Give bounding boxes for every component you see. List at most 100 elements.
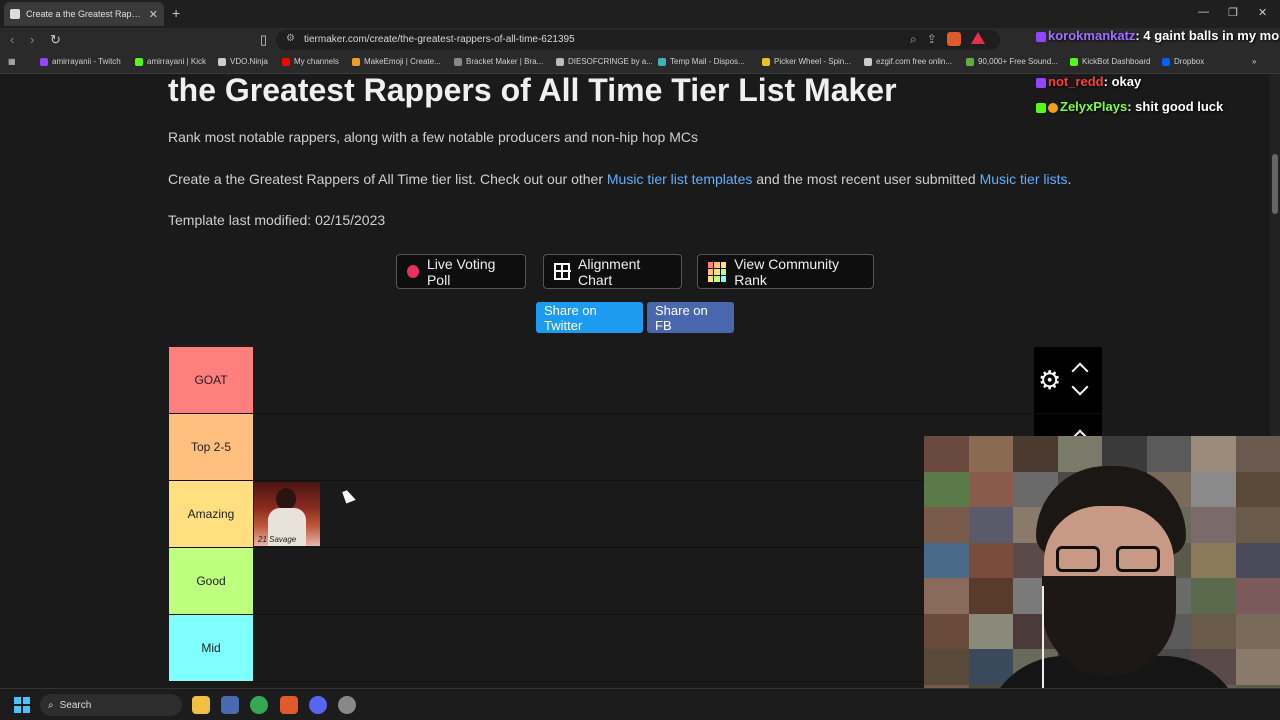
window-close-icon[interactable]: ✕ [1258, 6, 1267, 19]
site-info-icon[interactable]: ⚙ [286, 33, 295, 44]
bookmark-item[interactable]: 90,000+ Free Sound... [966, 57, 1058, 66]
bookmark-item[interactable]: ezgif.com free onlin... [864, 57, 952, 66]
tier-item-card[interactable]: 21 Savage [254, 482, 320, 546]
tab-bar: Create a the Greatest Rappers of All Tim… [0, 0, 1280, 28]
tier-dropzone[interactable] [253, 347, 1102, 413]
tier-label[interactable]: Mid [169, 615, 253, 681]
live-dot-icon [407, 265, 419, 278]
bookmark-icon [864, 57, 872, 66]
chat-username: korokmankatz [1048, 28, 1136, 43]
kick-badge-icon [1036, 102, 1046, 113]
brave-rewards-icon[interactable] [970, 32, 985, 44]
apps-grid-icon[interactable]: ▦ [8, 57, 16, 66]
browser-tab[interactable]: Create a the Greatest Rappers of All Tim… [4, 2, 164, 26]
share-facebook-button[interactable]: Share on FB [647, 302, 734, 333]
address-bar-icons: ⌕ ⇪ [910, 32, 985, 47]
windows-taskbar: ⌕ Search [0, 688, 1280, 720]
brave-shields-icon[interactable] [946, 32, 961, 46]
alignment-chart-button[interactable]: Alignment Chart [543, 254, 682, 289]
windows-start-icon[interactable] [14, 697, 30, 713]
bookmark-item[interactable]: KickBot Dashboard [1070, 57, 1150, 66]
bookmark-item[interactable]: Dropbox [1162, 57, 1204, 66]
url-field[interactable]: ⚙ tiermaker.com/create/the-greatest-rapp… [276, 30, 1000, 50]
share-twitter-button[interactable]: Share on Twitter [536, 302, 643, 333]
bookmark-icon [282, 57, 290, 66]
bookmark-item[interactable]: Bracket Maker | Bra... [454, 57, 543, 66]
tab-title: Create a the Greatest Rappers of All Tim… [26, 9, 143, 19]
reload-icon[interactable]: ↻ [50, 32, 61, 48]
minimize-icon[interactable]: — [1198, 6, 1209, 18]
bookmark-icon [135, 57, 143, 66]
move-down-icon[interactable] [1071, 378, 1089, 396]
music-templates-link[interactable]: Music tier list templates [607, 171, 752, 187]
bookmarks-bar: ▦ amirrayanii - Twitch amirrayani | Kick… [0, 52, 1280, 74]
webcam-overlay [924, 436, 1280, 720]
close-tab-icon[interactable]: ✕ [149, 8, 158, 21]
gear-icon[interactable]: ⚙ [1038, 367, 1061, 393]
bookmark-item[interactable]: amirrayanii - Twitch [40, 57, 121, 66]
bookmark-icon [218, 57, 226, 66]
chat-username: not_redd [1048, 74, 1104, 89]
live-voting-button[interactable]: Live Voting Poll [396, 254, 526, 289]
chat-message: korokmankatz: 4 gaint balls in my mouth [1036, 28, 1280, 43]
page-title: the Greatest Rappers of All Time Tier Li… [168, 74, 897, 108]
search-icon: ⌕ [48, 699, 54, 711]
chat-text: : 4 gaint balls in my mouth [1135, 28, 1280, 43]
bookmark-item[interactable]: My channels [282, 57, 339, 66]
chat-message: not_redd: okay [1036, 74, 1141, 89]
tier-label[interactable]: GOAT [169, 347, 253, 413]
community-rank-button[interactable]: View Community Rank [697, 254, 874, 289]
url-text: tiermaker.com/create/the-greatest-rapper… [304, 34, 575, 45]
alignment-chart-label: Alignment Chart [578, 255, 641, 288]
music-tier-lists-link[interactable]: Music tier lists [980, 171, 1068, 187]
tier-item-caption: 21 Savage [258, 535, 297, 544]
twitch-badge-icon [1036, 77, 1046, 88]
twitch-badge-icon [1036, 31, 1046, 42]
more-bookmarks-icon[interactable]: » [1252, 57, 1256, 66]
bookmark-label: 90,000+ Free Sound... [978, 57, 1058, 66]
discord-icon[interactable] [309, 696, 327, 714]
scrollbar-thumb[interactable] [1272, 154, 1278, 214]
tiermaker-favicon-icon [10, 9, 20, 19]
tier-label[interactable]: Good [169, 548, 253, 614]
rapper-photo-icon [276, 488, 296, 510]
forward-icon[interactable]: › [30, 32, 34, 47]
live-voting-label: Live Voting Poll [426, 255, 496, 288]
chrome-icon[interactable] [250, 696, 268, 714]
bookmark-label: My channels [294, 57, 339, 66]
sub-badge-icon [1048, 102, 1058, 113]
new-tab-button[interactable]: + [172, 5, 180, 21]
grid-icon [554, 263, 572, 280]
community-rank-label: View Community Rank [734, 255, 839, 288]
share-icon[interactable]: ⇪ [927, 32, 937, 47]
maximize-icon[interactable]: ❐ [1228, 6, 1238, 19]
chat-message: ZelyxPlays: shit good luck [1036, 99, 1223, 114]
back-icon[interactable]: ‹ [10, 32, 14, 47]
taskbar-search[interactable]: ⌕ Search [40, 694, 182, 716]
create-middle: and the most recent user submitted [752, 171, 980, 187]
bookmark-item[interactable]: Temp Mail - Dispos... [658, 57, 745, 66]
bookmark-icon [1070, 57, 1078, 66]
template-modified-date: Template last modified: 02/15/2023 [168, 212, 386, 228]
tier-label[interactable]: Top 2-5 [169, 414, 253, 480]
bookmark-item[interactable]: DIESOFCRINGE by a... [556, 57, 653, 66]
bookmark-item[interactable]: VDO.Ninja [218, 57, 268, 66]
bookmark-label: DIESOFCRINGE by a... [568, 57, 653, 66]
move-up-icon[interactable] [1071, 362, 1089, 380]
tier-label[interactable]: Amazing [169, 481, 253, 547]
bookmark-icon [40, 57, 48, 66]
bookmark-icon [762, 57, 770, 66]
brave-icon[interactable] [280, 696, 298, 714]
bookmark-icon [352, 57, 360, 66]
bookmark-item[interactable]: MakeEmoji | Create... [352, 57, 441, 66]
zoom-icon[interactable]: ⌕ [910, 32, 917, 47]
glasses-icon [1116, 546, 1160, 572]
obs-icon[interactable] [338, 696, 356, 714]
file-explorer-icon[interactable] [192, 696, 210, 714]
glasses-icon [1056, 546, 1100, 572]
bookmark-item[interactable]: amirrayani | Kick [135, 57, 206, 66]
bookmark-label: Dropbox [1174, 57, 1205, 66]
bookmark-item[interactable]: Picker Wheel - Spin... [762, 57, 851, 66]
calculator-icon[interactable] [221, 696, 239, 714]
bookmark-icon[interactable]: ▯ [260, 32, 267, 48]
